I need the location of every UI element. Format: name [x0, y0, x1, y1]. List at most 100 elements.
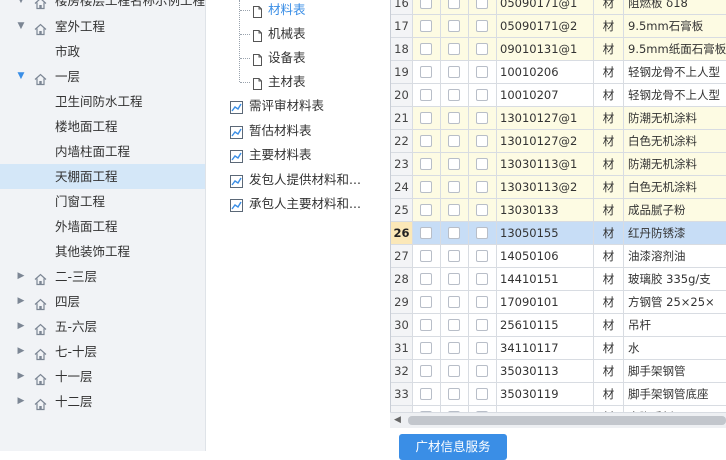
row-checkbox[interactable] [420, 319, 432, 331]
row-checkbox[interactable] [476, 43, 488, 55]
row-checkbox[interactable] [476, 296, 488, 308]
material-code-cell[interactable]: 05090171@1 [497, 0, 594, 15]
row-checkbox[interactable] [448, 250, 460, 262]
table-row[interactable]: 33 35030119 材脚手架钢管底座 [391, 383, 726, 406]
material-code-cell[interactable]: 17090101 [497, 291, 594, 314]
tree-node[interactable]: ▶ 七-十层 [0, 339, 205, 364]
material-name-cell[interactable]: 防潮无机涂料 [624, 107, 726, 130]
material-name-cell[interactable]: 玻璃胶 335g/支 [624, 268, 726, 291]
material-name-cell[interactable]: 9.5mm石膏板 [624, 15, 726, 38]
expand-arrow-icon[interactable]: ▶ [16, 289, 26, 314]
table-row[interactable]: 23 13030113@1 材防潮无机涂料 [391, 153, 726, 176]
table-row[interactable]: 21 13010127@1 材防潮无机涂料 [391, 107, 726, 130]
row-checkbox[interactable] [476, 273, 488, 285]
material-type-cell[interactable]: 材 [594, 0, 624, 15]
scrollbar-thumb[interactable] [408, 416, 726, 425]
table-row[interactable]: 25 13030133 材成品腻子粉 [391, 199, 726, 222]
material-code-cell[interactable]: 13010127@2 [497, 130, 594, 153]
material-code-cell[interactable]: 13010127@1 [497, 107, 594, 130]
material-type-cell[interactable]: 材 [594, 291, 624, 314]
material-type-cell[interactable]: 材 [594, 314, 624, 337]
material-name-cell[interactable]: 红丹防锈漆 [624, 222, 726, 245]
row-checkbox[interactable] [448, 227, 460, 239]
row-checkbox[interactable] [448, 112, 460, 124]
row-checkbox[interactable] [476, 66, 488, 78]
material-code-cell[interactable]: 10010206 [497, 61, 594, 84]
row-checkbox[interactable] [420, 0, 432, 9]
row-checkbox[interactable] [476, 204, 488, 216]
material-name-cell[interactable]: 轻钢龙骨不上人型 [624, 84, 726, 107]
material-code-cell[interactable]: 13030133 [497, 199, 594, 222]
report-item[interactable]: 发包人提供材料和... [206, 168, 390, 192]
row-checkbox[interactable] [420, 204, 432, 216]
row-checkbox[interactable] [420, 365, 432, 377]
row-checkbox[interactable] [448, 66, 460, 78]
row-checkbox[interactable] [420, 181, 432, 193]
material-name-cell[interactable]: 脚手架钢管底座 [624, 383, 726, 406]
report-sub-item[interactable]: 机械表 [206, 22, 390, 46]
row-checkbox[interactable] [448, 388, 460, 400]
row-checkbox[interactable] [448, 0, 460, 9]
material-name-cell[interactable]: 脚手架钢管 [624, 360, 726, 383]
material-type-cell[interactable]: 材 [594, 268, 624, 291]
material-name-cell[interactable]: 成品腻子粉 [624, 199, 726, 222]
row-checkbox[interactable] [476, 135, 488, 147]
material-code-cell[interactable]: 34110117 [497, 337, 594, 360]
table-row[interactable]: 26 13050155 材红丹防锈漆 [391, 222, 726, 245]
row-checkbox[interactable] [420, 20, 432, 32]
report-sub-item[interactable]: 主材表 [206, 70, 390, 94]
tree-node[interactable]: ▶ 二-三层 [0, 264, 205, 289]
row-checkbox[interactable] [476, 158, 488, 170]
material-type-cell[interactable]: 材 [594, 199, 624, 222]
tree-node[interactable]: ▼ 一层 [0, 64, 205, 89]
row-checkbox[interactable] [476, 319, 488, 331]
tree-node[interactable]: ▼ 室外工程 [0, 14, 205, 39]
material-name-cell[interactable]: 白色无机涂料 [624, 176, 726, 199]
material-type-cell[interactable]: 材 [594, 130, 624, 153]
material-type-cell[interactable]: 材 [594, 61, 624, 84]
scroll-left-icon[interactable]: ◀ [394, 415, 401, 425]
tree-node[interactable]: ▼ 楼房楼层工程名称示例工程 [0, 0, 205, 13]
material-name-cell[interactable]: 油漆溶剂油 [624, 245, 726, 268]
material-name-cell[interactable]: 方钢管 25×25× [624, 291, 726, 314]
row-checkbox[interactable] [420, 66, 432, 78]
table-row[interactable]: 18 09010131@1 材 9.5mm纸面石膏板 [391, 38, 726, 61]
row-checkbox[interactable] [420, 250, 432, 262]
row-checkbox[interactable] [448, 158, 460, 170]
expand-arrow-icon[interactable]: ▶ [16, 264, 26, 289]
tree-node[interactable]: ▶ 四层 [0, 289, 205, 314]
row-checkbox[interactable] [476, 89, 488, 101]
material-name-cell[interactable]: 白色无机涂料 [624, 130, 726, 153]
material-code-cell[interactable]: 14410151 [497, 268, 594, 291]
table-row[interactable]: 19 10010206 材轻钢龙骨不上人型 [391, 61, 726, 84]
row-checkbox[interactable] [476, 181, 488, 193]
row-checkbox[interactable] [448, 319, 460, 331]
tree-node[interactable]: 楼地面工程 [0, 114, 205, 139]
row-checkbox[interactable] [448, 342, 460, 354]
material-code-cell[interactable]: 13030113@1 [497, 153, 594, 176]
report-item[interactable]: 承包人主要材料和... [206, 192, 390, 216]
row-checkbox[interactable] [476, 227, 488, 239]
material-name-cell[interactable]: 防潮无机涂料 [624, 153, 726, 176]
row-checkbox[interactable] [420, 112, 432, 124]
row-checkbox[interactable] [448, 135, 460, 147]
material-code-cell[interactable]: 14050106 [497, 245, 594, 268]
row-checkbox[interactable] [448, 181, 460, 193]
tree-node[interactable]: ▶ 十二层 [0, 389, 205, 414]
table-row[interactable]: 24 13030113@2 材白色无机涂料 [391, 176, 726, 199]
row-checkbox[interactable] [420, 89, 432, 101]
table-row[interactable]: 31 34110117 材水 [391, 337, 726, 360]
material-type-cell[interactable]: 材 [594, 360, 624, 383]
row-checkbox[interactable] [420, 135, 432, 147]
tree-node[interactable]: 其他装饰工程 [0, 239, 205, 264]
row-checkbox[interactable] [420, 273, 432, 285]
table-row[interactable]: 28 14410151 材玻璃胶 335g/支 [391, 268, 726, 291]
table-row[interactable]: 16 05090171@1 材阻燃板 δ18 [391, 0, 726, 15]
row-checkbox[interactable] [476, 365, 488, 377]
horizontal-scrollbar[interactable]: ◀ [390, 412, 726, 428]
report-item[interactable]: 需评审材料表 [206, 94, 390, 118]
row-checkbox[interactable] [448, 20, 460, 32]
tree-node[interactable]: ▶ 十一层 [0, 364, 205, 389]
table-row[interactable]: 30 25610115 材吊杆 [391, 314, 726, 337]
row-checkbox[interactable] [448, 273, 460, 285]
